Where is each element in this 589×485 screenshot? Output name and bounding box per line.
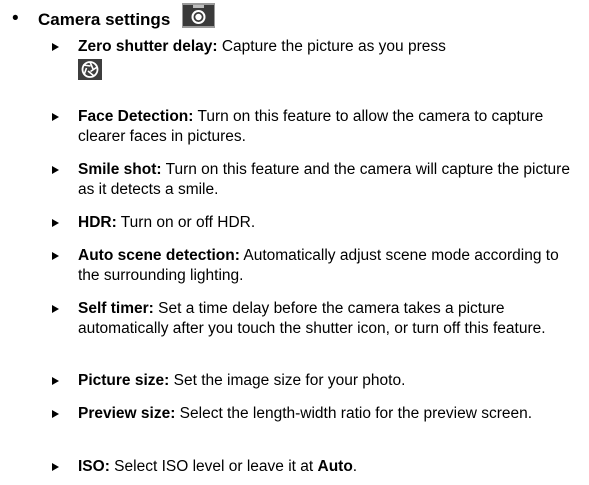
- triangle-bullet-icon: [52, 410, 59, 418]
- item-description: Set the image size for your photo.: [169, 372, 406, 389]
- list-item-text: HDR: Turn on or off HDR.: [78, 213, 583, 233]
- triangle-bullet-icon: [52, 113, 59, 121]
- item-description: Select the length-width ratio for the pr…: [175, 405, 533, 422]
- item-term: Preview size:: [78, 405, 176, 422]
- item-term: Self timer:: [78, 300, 154, 317]
- shutter-icon: [78, 59, 102, 80]
- triangle-bullet-icon: [52, 377, 59, 385]
- list-item-text: Preview size: Select the length-width ra…: [78, 404, 583, 424]
- list-item-text: ISO: Select ISO level or leave it at Aut…: [78, 457, 583, 477]
- triangle-bullet-icon: [52, 252, 59, 260]
- item-description: Capture the picture as you press: [217, 38, 446, 55]
- camera-settings-section: • Camera settings Zero shutter delay: Ca…: [0, 0, 589, 485]
- triangle-bullet-icon: [52, 463, 59, 471]
- list-item-text: Auto scene detection: Automatically adju…: [78, 246, 583, 286]
- camera-icon: [182, 3, 215, 28]
- triangle-bullet-icon: [52, 305, 59, 313]
- triangle-bullet-icon: [52, 219, 59, 227]
- triangle-bullet-icon: [52, 43, 59, 51]
- list-item-text: Picture size: Set the image size for you…: [78, 371, 583, 391]
- item-term: Zero shutter delay:: [78, 38, 218, 55]
- item-description: Select ISO level or leave it at: [109, 458, 318, 475]
- list-item-text: Face Detection: Turn on this feature to …: [78, 107, 583, 147]
- item-description-end: .: [352, 458, 358, 475]
- item-description: Turn on or off HDR.: [116, 214, 256, 231]
- list-item-text: Smile shot: Turn on this feature and the…: [78, 160, 583, 200]
- item-term: Face Detection:: [78, 108, 194, 125]
- section-title: Camera settings: [38, 10, 171, 29]
- triangle-bullet-icon: [52, 166, 59, 174]
- list-item-text: Zero shutter delay: Capture the picture …: [78, 37, 583, 82]
- item-description-bold: Auto: [317, 458, 353, 475]
- item-term: ISO:: [78, 458, 110, 475]
- item-term: Auto scene detection:: [78, 247, 240, 264]
- item-term: HDR:: [78, 214, 117, 231]
- bullet-icon: •: [12, 8, 19, 29]
- item-term: Picture size:: [78, 372, 170, 389]
- list-item-text: Self timer: Set a time delay before the …: [78, 299, 583, 339]
- item-term: Smile shot:: [78, 161, 162, 178]
